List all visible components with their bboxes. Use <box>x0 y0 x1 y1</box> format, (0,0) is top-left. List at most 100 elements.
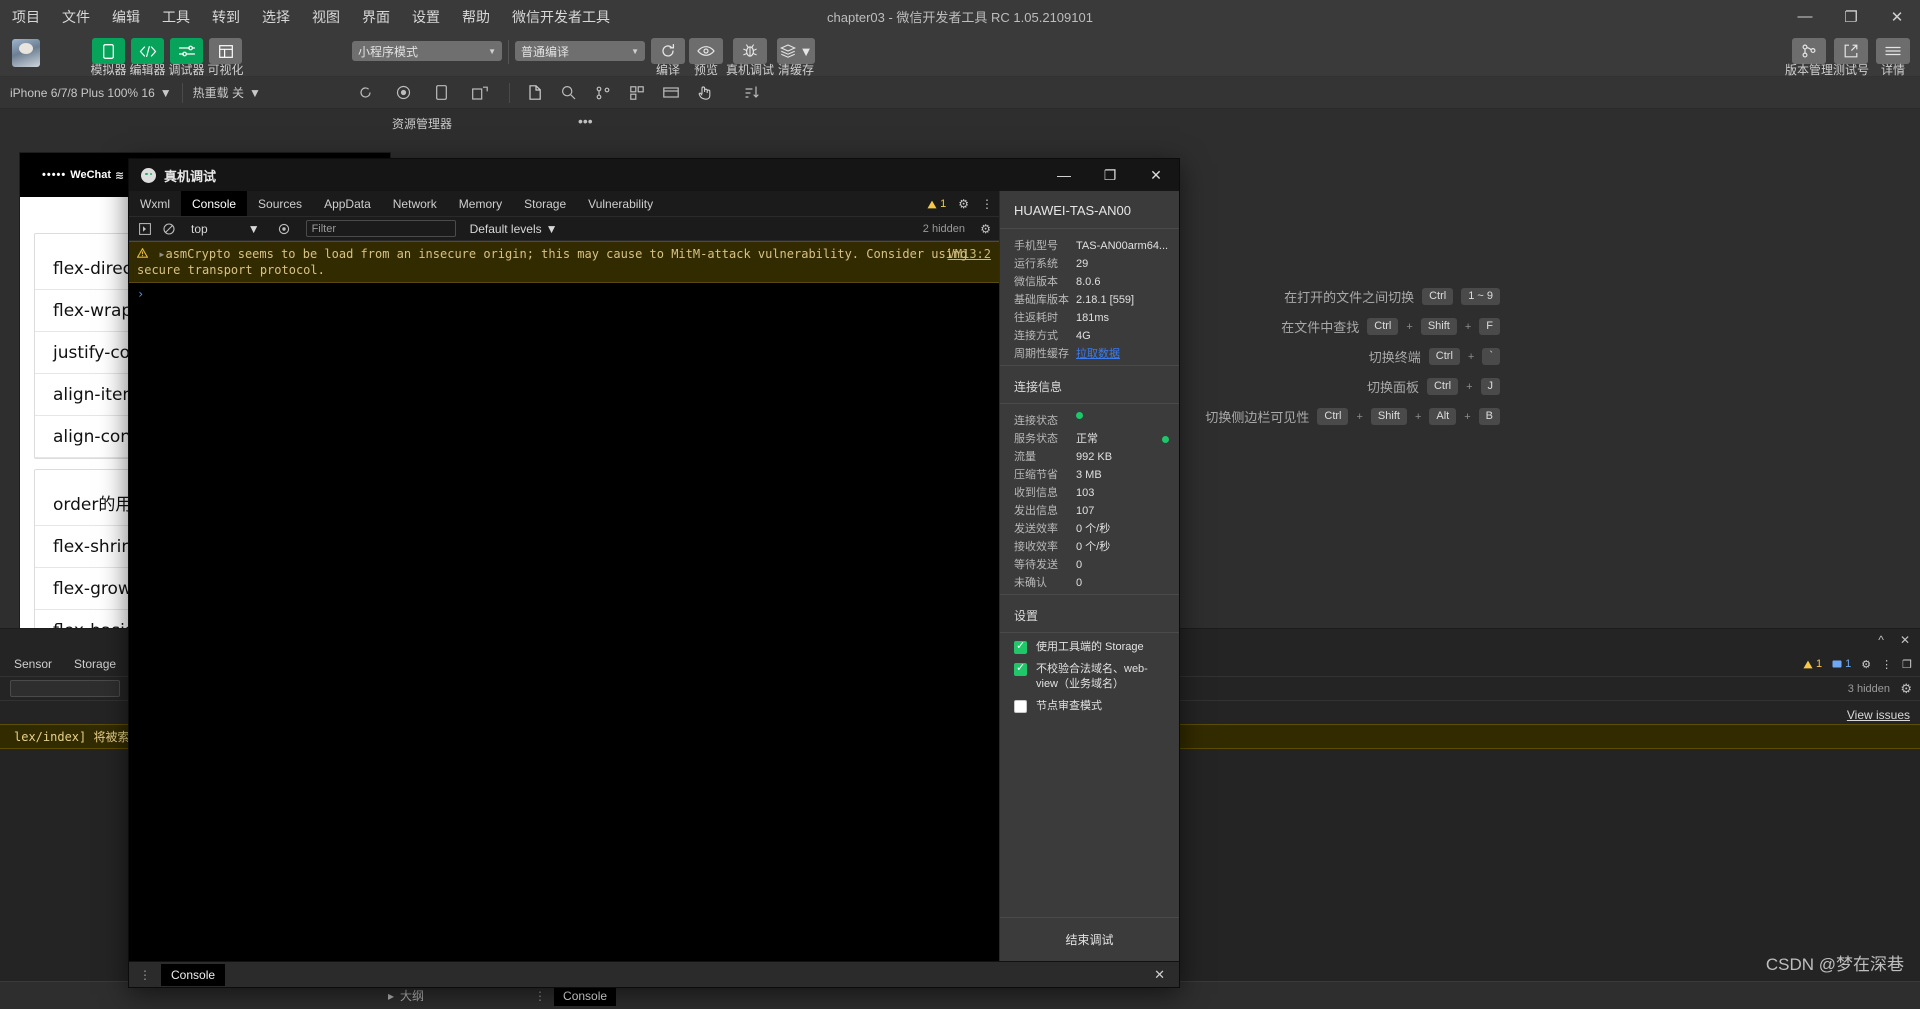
explorer-more-icon[interactable]: ••• <box>578 113 593 129</box>
devtools-filter-input[interactable] <box>10 680 120 697</box>
tab-vulnerability[interactable]: Vulnerability <box>577 191 664 216</box>
tab-sensor[interactable]: Sensor <box>14 657 52 671</box>
toolbar-button-debugger[interactable]: 调试器 <box>168 33 205 77</box>
shortcut-key: 1 ~ 9 <box>1461 288 1500 305</box>
console-source-link[interactable]: VM13:2 <box>948 246 991 262</box>
tab-storage[interactable]: Storage <box>74 657 116 671</box>
search-icon[interactable] <box>554 80 584 106</box>
toolbar-button-visualization[interactable]: 可视化 <box>207 33 244 77</box>
checkbox-checked-icon[interactable] <box>1014 661 1027 676</box>
tab-console[interactable]: Console <box>181 191 248 216</box>
kebab-icon[interactable]: ⋮ <box>129 968 161 982</box>
source-control-icon[interactable] <box>588 80 618 106</box>
console-context-select[interactable]: top ▼ <box>191 222 260 236</box>
minimize-icon[interactable]: — <box>1041 159 1087 191</box>
menu-item-view[interactable]: 视图 <box>310 4 342 30</box>
toolbar-button-clear-cache[interactable]: ▼ 清缓存 <box>777 33 815 77</box>
close-icon[interactable]: ✕ <box>1154 967 1165 983</box>
setting-row-storage[interactable]: 使用工具端的 Storage <box>1000 633 1179 655</box>
tab-sources[interactable]: Sources <box>247 191 313 216</box>
menu-item-help[interactable]: 帮助 <box>460 4 492 30</box>
toolbar-button-test-account[interactable]: 测试号 <box>1833 33 1869 77</box>
debug-window-titlebar[interactable]: 真机调试 — ❐ ✕ <box>129 159 1179 191</box>
cloud-icon[interactable] <box>656 80 686 106</box>
toolbar-button-real-device-debug[interactable]: 真机调试 <box>726 33 774 77</box>
extensions-icon[interactable] <box>622 80 652 106</box>
rotate-icon[interactable] <box>351 80 381 106</box>
setting-row-inspect[interactable]: 节点审查模式 <box>1000 692 1179 714</box>
dock-icon[interactable]: ❐ <box>1902 658 1912 671</box>
console-prompt[interactable]: › <box>129 283 999 305</box>
warning-badge[interactable]: 1 <box>927 198 946 210</box>
menu-item-file[interactable]: 文件 <box>60 4 92 30</box>
outline-toggle[interactable]: ▸ 大纲 <box>388 987 424 1004</box>
gear-icon[interactable]: ⚙ <box>980 222 991 236</box>
gear-icon[interactable]: ⚙ <box>1861 658 1871 671</box>
toolbar-button-editor[interactable]: 编辑器 <box>129 33 166 77</box>
toolbar-button-compile[interactable]: 编译 <box>651 33 685 77</box>
close-icon[interactable]: ✕ <box>1133 159 1179 191</box>
warning-count: 1 <box>1816 658 1823 670</box>
footer-console-tab[interactable]: Console <box>161 963 226 986</box>
collapse-icon[interactable]: ^ <box>1878 633 1884 647</box>
toolbar-button-preview[interactable]: 预览 <box>689 33 723 77</box>
warning-badge[interactable]: 1 <box>1803 658 1822 670</box>
device-rotate-icon[interactable] <box>465 80 495 106</box>
device-phone-icon[interactable] <box>427 80 457 106</box>
maximize-icon[interactable]: ❐ <box>1828 0 1874 33</box>
tab-memory[interactable]: Memory <box>448 191 513 216</box>
console-filter-input[interactable]: Filter <box>305 220 456 237</box>
fetch-data-link[interactable]: 拉取数据 <box>1076 345 1120 363</box>
eye-icon[interactable] <box>276 221 292 237</box>
menu-item-select[interactable]: 选择 <box>260 4 292 30</box>
end-debug-button[interactable]: 结束调试 <box>1000 917 1179 961</box>
toolbar-label-debugger: 调试器 <box>168 63 205 77</box>
kebab-icon[interactable]: ⋮ <box>981 197 993 211</box>
gear-icon[interactable]: ⚙ <box>958 197 969 211</box>
maximize-icon[interactable]: ❐ <box>1087 159 1133 191</box>
tab-appdata[interactable]: AppData <box>313 191 382 216</box>
filter-sort-icon[interactable] <box>738 80 768 106</box>
gear-icon[interactable]: ⚙ <box>1900 681 1912 697</box>
hot-reload-selector[interactable]: 热重载 关 ▼ <box>183 84 271 101</box>
tab-wxml[interactable]: Wxml <box>129 191 181 216</box>
record-icon[interactable] <box>389 80 419 106</box>
status-console-tab[interactable]: ⋮ Console <box>534 985 617 1006</box>
menu-item-wechat-devtools[interactable]: 微信开发者工具 <box>510 4 612 30</box>
no-entry-icon[interactable] <box>161 221 177 237</box>
checkbox-checked-icon[interactable] <box>1014 639 1027 654</box>
kebab-icon[interactable]: ⋮ <box>534 989 546 1003</box>
menu-item-interface[interactable]: 界面 <box>360 4 392 30</box>
kebab-icon[interactable]: ⋮ <box>1881 658 1892 671</box>
compile-select[interactable]: 普通编译 ▼ <box>515 41 645 61</box>
toolbar-button-version-control[interactable]: 版本管理 <box>1785 33 1833 77</box>
checkbox-unchecked-icon[interactable] <box>1014 700 1027 713</box>
info-badge[interactable]: 1 <box>1832 658 1851 670</box>
mode-select[interactable]: 小程序模式 ▼ <box>352 41 502 61</box>
console-output[interactable]: ▸asmCrypto seems to be load from an inse… <box>129 241 999 961</box>
menu-item-tools[interactable]: 工具 <box>160 4 192 30</box>
view-issues-link[interactable]: View issues <box>1847 708 1910 722</box>
clear-console-icon[interactable] <box>137 221 153 237</box>
tab-network[interactable]: Network <box>382 191 448 216</box>
console-levels-select[interactable]: Default levels ▼ <box>470 222 558 236</box>
chevron-down-icon: ▼ <box>631 46 639 56</box>
avatar[interactable] <box>12 39 40 67</box>
close-icon[interactable]: ✕ <box>1900 633 1910 647</box>
new-file-icon[interactable] <box>520 80 550 106</box>
menu-item-edit[interactable]: 编辑 <box>110 4 142 30</box>
close-icon[interactable]: ✕ <box>1874 0 1920 33</box>
tab-storage[interactable]: Storage <box>513 191 577 216</box>
debug-window-controls: — ❐ ✕ <box>1041 159 1179 191</box>
menu-item-settings[interactable]: 设置 <box>410 4 442 30</box>
setting-row-domain[interactable]: 不校验合法域名、web-view（业务域名） <box>1000 655 1179 692</box>
hand-icon[interactable] <box>690 80 720 106</box>
minimize-icon[interactable]: — <box>1782 0 1828 33</box>
debug-tabs-right: 1 ⚙ ⋮ <box>927 191 993 217</box>
plus-sign: + <box>1467 350 1475 363</box>
toolbar-button-details[interactable]: 详情 <box>1876 33 1910 77</box>
device-selector[interactable]: iPhone 6/7/8 Plus 100% 16 ▼ <box>0 86 182 100</box>
menu-item-goto[interactable]: 转到 <box>210 4 242 30</box>
toolbar-button-simulator[interactable]: 模拟器 <box>90 33 127 77</box>
menu-item-project[interactable]: 项目 <box>10 4 42 30</box>
